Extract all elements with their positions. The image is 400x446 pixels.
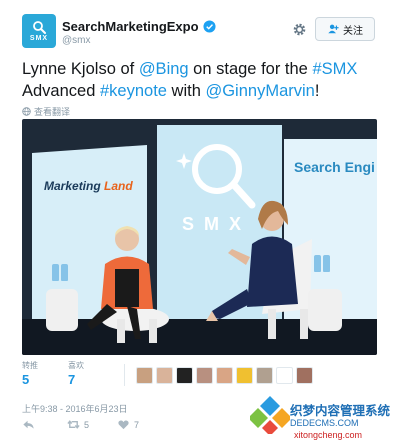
retweets-label: 转推 <box>22 361 38 370</box>
liker-avatar[interactable] <box>196 367 213 384</box>
site-watermark: 织梦内容管理系统 DEDECMS.COM xitongcheng.com <box>250 392 400 446</box>
speaker-left <box>87 226 169 343</box>
reply-icon <box>23 420 34 429</box>
liker-avatar[interactable] <box>256 367 273 384</box>
liker-avatar[interactable] <box>276 367 293 384</box>
gear-icon[interactable] <box>292 22 307 37</box>
retweet-button[interactable]: 5 <box>67 418 89 431</box>
follow-button[interactable]: 关注 <box>315 17 375 41</box>
tweet-photo[interactable]: SMX Marketing Land Search Engi <box>22 119 377 355</box>
marketing-land-word2: Land <box>104 179 133 193</box>
likes-stat[interactable]: 喜欢 7 <box>68 360 84 387</box>
search-engine-banner-text: Search Engi <box>294 159 375 175</box>
marketing-land-word1: Marketing <box>44 179 101 193</box>
retweet-icon <box>67 420 80 429</box>
retweets-stat[interactable]: 转推 5 <box>22 360 38 387</box>
reply-button[interactable] <box>22 418 39 431</box>
magnifier-logo-icon <box>33 21 46 34</box>
mention-ginny-link[interactable]: @GinnyMarvin <box>205 82 314 100</box>
add-user-icon <box>328 24 339 34</box>
user-handle[interactable]: @smx <box>62 35 90 46</box>
display-name[interactable]: SearchMarketingExpo <box>62 19 199 34</box>
tweet-stats: 转推 5 喜欢 7 <box>22 360 114 387</box>
like-button[interactable]: 7 <box>117 418 139 431</box>
verified-badge-icon <box>203 20 216 33</box>
tweet-text-part2: on stage for the <box>188 60 313 78</box>
liker-avatar[interactable] <box>136 367 153 384</box>
retweet-count: 5 <box>84 419 90 430</box>
hashtag-smx-link[interactable]: #SMX <box>312 60 357 78</box>
side-table-left <box>46 289 78 331</box>
side-table-right <box>308 289 342 331</box>
avatar-text: SMX <box>29 35 49 42</box>
mention-bing-link[interactable]: @Bing <box>139 60 189 78</box>
translate-label: 查看翻译 <box>34 107 71 117</box>
hashtag-keynote-link[interactable]: #keynote <box>100 82 167 100</box>
water-bottle-left-1 <box>52 264 59 281</box>
watermark-line3: xitongcheng.com <box>294 430 363 440</box>
water-bottle-left-2 <box>61 264 68 281</box>
water-bottle-right-1 <box>314 255 321 272</box>
tweet-header: SMX SearchMarketingExpo @smx 关注 <box>0 0 400 56</box>
stats-divider <box>124 364 125 386</box>
follow-label: 关注 <box>343 25 363 37</box>
liker-avatars <box>136 367 316 384</box>
watermark-line2: DEDECMS.COM <box>290 418 359 428</box>
name-row: SearchMarketingExpo <box>62 19 216 34</box>
globe-icon <box>22 107 31 116</box>
water-bottle-right-2 <box>323 255 330 272</box>
liker-avatar[interactable] <box>216 367 233 384</box>
watermark-line1: 织梦内容管理系统 <box>290 404 391 418</box>
windows-logo-icon <box>250 396 290 434</box>
tweet-text-part3: Advanced <box>22 82 100 100</box>
marketing-land-logo: Marketing Land <box>44 179 133 193</box>
retweets-value: 5 <box>22 372 30 387</box>
liker-avatar[interactable] <box>156 367 173 384</box>
liker-avatar[interactable] <box>236 367 253 384</box>
translate-link[interactable]: 查看翻译 <box>22 105 70 118</box>
likes-label: 喜欢 <box>68 361 84 370</box>
tweet-text-part5: ! <box>314 82 320 100</box>
likes-value: 7 <box>68 372 76 387</box>
tweet-actions: 5 7 <box>22 418 167 431</box>
tweet-text: Lynne Kjolso of @Bing on stage for the #… <box>22 58 382 102</box>
tweet-timestamp[interactable]: 上午9:38 - 2016年6月23日 <box>22 402 128 415</box>
like-count: 7 <box>134 419 140 430</box>
avatar[interactable]: SMX <box>22 14 56 48</box>
liker-avatar[interactable] <box>176 367 193 384</box>
tweet-text-part1: Lynne Kjolso of <box>22 60 139 78</box>
liker-avatar[interactable] <box>296 367 313 384</box>
tweet-text-part4: with <box>166 82 206 100</box>
heart-icon <box>118 420 129 430</box>
